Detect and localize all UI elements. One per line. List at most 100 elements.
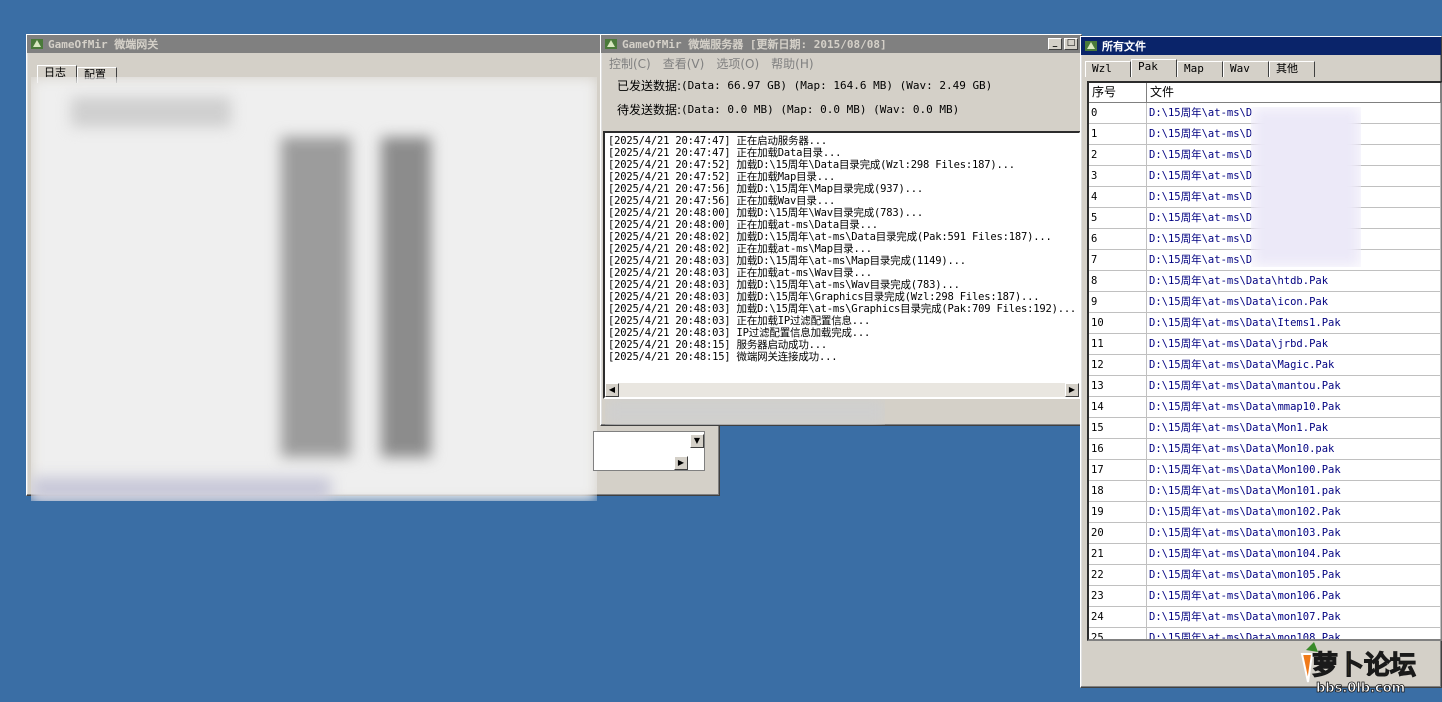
table-row[interactable]: 15 D:\15周年\at-ms\Data\Mon1.Pak: [1089, 418, 1441, 439]
app-icon: [1084, 39, 1098, 53]
table-row[interactable]: 9 D:\15周年\at-ms\Data\icon.Pak: [1089, 292, 1441, 313]
file-index: 24: [1089, 607, 1147, 628]
log-line: [2025/4/21 20:48:00] 加载D:\15周年\Wav目录完成(7…: [608, 207, 924, 219]
table-row[interactable]: 12 D:\15周年\at-ms\Data\Magic.Pak: [1089, 355, 1441, 376]
table-row[interactable]: 17 D:\15周年\at-ms\Data\Mon100.Pak: [1089, 460, 1441, 481]
pending-data-label: 待发送数据:: [617, 102, 682, 117]
files-tabs: Wzl Pak Map Wav 其他: [1085, 59, 1315, 77]
files-title: 所有文件: [1102, 40, 1146, 53]
sent-data-value: (Data: 66.97 GB) (Map: 164.6 MB) (Wav: 2…: [681, 78, 993, 92]
pending-data-line: 待发送数据: (Data: 0.0 MB) (Map: 0.0 MB) (Wav…: [601, 97, 1081, 121]
menu-options[interactable]: 选项(O): [710, 55, 765, 72]
file-path: D:\15周年\at-ms\Data\mon106.Pak: [1147, 586, 1441, 607]
menu-view[interactable]: 查看(V): [657, 55, 711, 72]
files-blurred-region: [1251, 107, 1361, 267]
gateway-list-corner: ▼ ▶: [593, 431, 705, 471]
log-line: [2025/4/21 20:48:03] 正在加载IP过滤配置信息...: [608, 315, 871, 327]
file-path: D:\15周年\at-ms\Data\Mon10.pak: [1147, 439, 1441, 460]
table-row[interactable]: 11 D:\15周年\at-ms\Data\jrbd.Pak: [1089, 334, 1441, 355]
table-row[interactable]: 22 D:\15周年\at-ms\Data\mon105.Pak: [1089, 565, 1441, 586]
table-row[interactable]: 8 D:\15周年\at-ms\Data\htdb.Pak: [1089, 271, 1441, 292]
tab-wzl[interactable]: Wzl: [1085, 61, 1131, 77]
log-line: [2025/4/21 20:48:03] 加载D:\15周年\at-ms\Map…: [608, 255, 966, 267]
log-line: [2025/4/21 20:48:03] 加载D:\15周年\Graphics目…: [608, 291, 1040, 303]
file-index: 19: [1089, 502, 1147, 523]
file-index: 17: [1089, 460, 1147, 481]
log-line: [2025/4/21 20:48:15] 微端网关连接成功...: [608, 351, 838, 363]
file-index: 7: [1089, 250, 1147, 271]
table-row[interactable]: 23 D:\15周年\at-ms\Data\mon106.Pak: [1089, 586, 1441, 607]
table-row[interactable]: 20 D:\15周年\at-ms\Data\mon103.Pak: [1089, 523, 1441, 544]
table-row[interactable]: 10 D:\15周年\at-ms\Data\Items1.Pak: [1089, 313, 1441, 334]
tab-wav[interactable]: Wav: [1223, 61, 1269, 77]
files-titlebar[interactable]: 所有文件: [1081, 37, 1441, 55]
sent-data-label: 已发送数据:: [617, 78, 682, 93]
tab-map[interactable]: Map: [1177, 61, 1223, 77]
file-index: 11: [1089, 334, 1147, 355]
file-path: D:\15周年\at-ms\Data\jrbd.Pak: [1147, 334, 1441, 355]
menu-control[interactable]: 控制(C): [603, 55, 657, 72]
files-window[interactable]: 所有文件 Wzl Pak Map Wav 其他 序号 文件 0 D:\15周年\a…: [1080, 36, 1442, 688]
log-line: [2025/4/21 20:48:02] 正在加载at-ms\Map目录...: [608, 243, 872, 255]
file-index: 9: [1089, 292, 1147, 313]
server-window[interactable]: GameOfMir 微端服务器 [更新日期: 2015/08/08] _ □ 控…: [600, 34, 1082, 426]
file-index: 15: [1089, 418, 1147, 439]
file-path: D:\15周年\at-ms\Data\mon107.Pak: [1147, 607, 1441, 628]
table-row[interactable]: 14 D:\15周年\at-ms\Data\mmap10.Pak: [1089, 397, 1441, 418]
table-row[interactable]: 21 D:\15周年\at-ms\Data\mon104.Pak: [1089, 544, 1441, 565]
file-index: 4: [1089, 187, 1147, 208]
log-line: [2025/4/21 20:47:47] 正在加载Data目录...: [608, 147, 842, 159]
carrot-logo-icon: 萝卜论坛 bbs.0lb.com: [1300, 642, 1417, 696]
file-path: D:\15周年\at-ms\Data\htdb.Pak: [1147, 271, 1441, 292]
log-line: [2025/4/21 20:48:03] 加载D:\15周年\at-ms\Gra…: [608, 303, 1077, 315]
files-list-header: 序号 文件: [1089, 83, 1441, 103]
server-blurred-status: [605, 399, 885, 425]
log-line: [2025/4/21 20:47:56] 加载D:\15周年\Map目录完成(9…: [608, 183, 924, 195]
logo-text: 萝卜论坛: [1312, 651, 1416, 681]
arrow-left-icon[interactable]: ◀: [605, 383, 619, 397]
arrow-right-icon[interactable]: ▶: [1065, 383, 1079, 397]
maximize-icon[interactable]: □: [1064, 38, 1078, 50]
logo-url: bbs.0lb.com: [1316, 681, 1405, 696]
file-index: 5: [1089, 208, 1147, 229]
table-row[interactable]: 16 D:\15周年\at-ms\Data\Mon10.pak: [1089, 439, 1441, 460]
forum-watermark-logo: 萝卜论坛 bbs.0lb.com: [1292, 640, 1430, 696]
file-index: 20: [1089, 523, 1147, 544]
pending-data-value: (Data: 0.0 MB) (Map: 0.0 MB) (Wav: 0.0 M…: [681, 102, 960, 116]
files-list[interactable]: 序号 文件 0 D:\15周年\at-ms\D 1 D:\15周年\at-ms\D 2 D…: [1087, 81, 1442, 641]
file-path: D:\15周年\at-ms\Data\mon103.Pak: [1147, 523, 1441, 544]
table-row[interactable]: 19 D:\15周年\at-ms\Data\mon102.Pak: [1089, 502, 1441, 523]
arrow-right-icon[interactable]: ▶: [674, 456, 688, 470]
table-row[interactable]: 18 D:\15周年\at-ms\Data\Mon101.pak: [1089, 481, 1441, 502]
log-line: [2025/4/21 20:47:52] 加载D:\15周年\Data目录完成(…: [608, 159, 1015, 171]
file-path: D:\15周年\at-ms\Data\mon104.Pak: [1147, 544, 1441, 565]
log-line: [2025/4/21 20:48:15] 服务器启动成功...: [608, 339, 828, 351]
server-titlebar[interactable]: GameOfMir 微端服务器 [更新日期: 2015/08/08] _ □: [601, 35, 1081, 53]
file-path: D:\15周年\at-ms\Data\Mon1.Pak: [1147, 418, 1441, 439]
file-index: 1: [1089, 124, 1147, 145]
minimize-icon[interactable]: _: [1048, 38, 1062, 50]
log-line: [2025/4/21 20:48:00] 正在加载at-ms\Data目录...: [608, 219, 878, 231]
log-hscrollbar[interactable]: ◀ ▶: [605, 383, 1079, 397]
tab-pak[interactable]: Pak: [1131, 59, 1177, 77]
menu-help[interactable]: 帮助(H): [765, 55, 819, 72]
log-line: [2025/4/21 20:48:03] 加载D:\15周年\at-ms\Wav…: [608, 279, 960, 291]
file-path: D:\15周年\at-ms\Data\Mon101.pak: [1147, 481, 1441, 502]
column-header-file[interactable]: 文件: [1147, 83, 1441, 103]
file-path: D:\15周年\at-ms\Data\icon.Pak: [1147, 292, 1441, 313]
app-icon: [30, 37, 44, 51]
arrow-down-icon[interactable]: ▼: [690, 434, 704, 448]
table-row[interactable]: 13 D:\15周年\at-ms\Data\mantou.Pak: [1089, 376, 1441, 397]
column-header-index[interactable]: 序号: [1089, 83, 1147, 103]
file-index: 21: [1089, 544, 1147, 565]
table-row[interactable]: 24 D:\15周年\at-ms\Data\mon107.Pak: [1089, 607, 1441, 628]
file-index: 3: [1089, 166, 1147, 187]
file-path: D:\15周年\at-ms\Data\Items1.Pak: [1147, 313, 1441, 334]
file-index: 23: [1089, 586, 1147, 607]
file-path: D:\15周年\at-ms\Data\mantou.Pak: [1147, 376, 1441, 397]
server-title: GameOfMir 微端服务器 [更新日期: 2015/08/08]: [622, 38, 887, 51]
file-index: 10: [1089, 313, 1147, 334]
tab-other[interactable]: 其他: [1269, 61, 1315, 77]
server-log[interactable]: [2025/4/21 20:47:47] 正在启动服务器... [2025/4/2…: [603, 131, 1081, 399]
server-menubar: 控制(C) 查看(V) 选项(O) 帮助(H): [601, 53, 1081, 73]
